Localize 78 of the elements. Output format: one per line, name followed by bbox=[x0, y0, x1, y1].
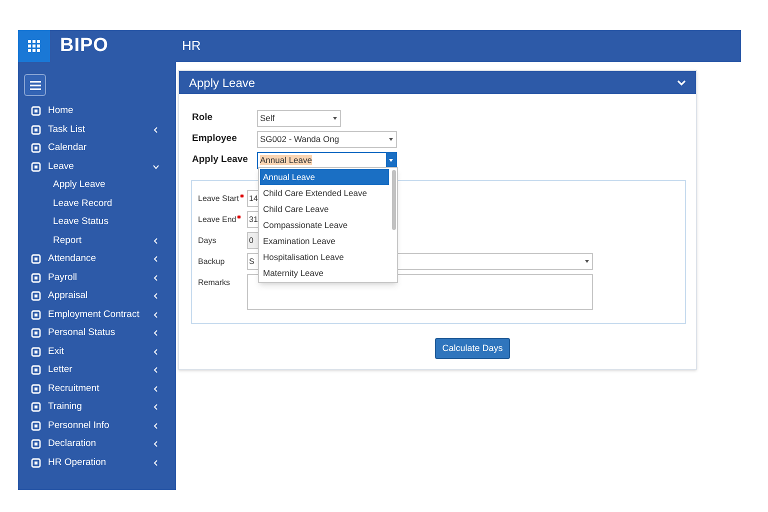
menu-item-icon bbox=[31, 310, 41, 320]
menu-item-icon bbox=[31, 365, 41, 376]
chevron-left-icon[interactable] bbox=[153, 238, 159, 244]
field-label: Days bbox=[198, 235, 216, 247]
menu-item[interactable]: Attendance bbox=[48, 252, 153, 266]
chevron-left-icon[interactable] bbox=[153, 422, 159, 429]
submenu-item[interactable]: Report bbox=[53, 234, 153, 248]
menu-item-icon bbox=[31, 439, 41, 450]
menu-item-icon bbox=[31, 143, 41, 154]
chevron-left-icon[interactable] bbox=[153, 126, 159, 133]
apps-grid-icon[interactable] bbox=[18, 30, 50, 62]
panel-title: Apply Leave bbox=[189, 74, 256, 92]
logo: BIPO bbox=[60, 34, 108, 58]
menu-item-icon bbox=[31, 384, 41, 394]
chevron-down-icon[interactable] bbox=[153, 164, 159, 170]
menu-item[interactable]: Payroll bbox=[48, 270, 153, 285]
dropdown-arrow-icon bbox=[585, 260, 589, 263]
menu-item[interactable]: Leave bbox=[48, 160, 153, 174]
dropdown-option[interactable]: Child Care Leave bbox=[260, 201, 389, 217]
menu-item[interactable]: Recruitment bbox=[48, 382, 153, 396]
chevron-left-icon[interactable] bbox=[153, 330, 159, 336]
dropdown-arrow-icon bbox=[389, 138, 393, 140]
field-label: Backup bbox=[198, 256, 225, 268]
dropdown-option[interactable]: Examination Leave bbox=[260, 233, 389, 249]
menu-item-icon bbox=[31, 291, 41, 302]
menu-item-icon bbox=[31, 328, 41, 338]
menu-item[interactable]: HR Operation bbox=[48, 456, 153, 470]
menu-item[interactable]: Employment Contract bbox=[48, 308, 153, 322]
menu-item-icon bbox=[31, 124, 41, 135]
menu-item-icon bbox=[31, 402, 41, 412]
chevron-left-icon[interactable] bbox=[153, 386, 159, 392]
menu-item[interactable]: Personnel Info bbox=[48, 418, 153, 433]
chevron-left-icon[interactable] bbox=[153, 460, 159, 466]
menu-item[interactable]: Declaration bbox=[48, 437, 153, 452]
menu-item[interactable]: Home bbox=[48, 104, 159, 118]
chevron-left-icon[interactable] bbox=[153, 441, 159, 448]
field-label: Role bbox=[192, 110, 214, 125]
menu-item-icon bbox=[31, 254, 41, 264]
submenu-item[interactable]: Leave Status bbox=[53, 215, 159, 230]
menu-item[interactable]: Training bbox=[48, 400, 153, 414]
field-label: Leave Start bbox=[198, 193, 239, 205]
menu-item-icon bbox=[31, 162, 41, 172]
menu-item-icon bbox=[31, 346, 41, 357]
dropdown-arrow-icon bbox=[389, 158, 393, 162]
menu-icon bbox=[30, 80, 40, 90]
menu-item[interactable]: Task List bbox=[48, 122, 153, 137]
collapse-chevron-icon[interactable] bbox=[677, 80, 686, 86]
dropdown-option[interactable]: Annual Leave bbox=[260, 169, 389, 185]
header-title: HR bbox=[182, 37, 201, 56]
calculate-days-button[interactable]: Calculate Days bbox=[435, 338, 510, 359]
chevron-left-icon[interactable] bbox=[153, 274, 159, 281]
dropdown-option[interactable]: Compassionate Leave bbox=[260, 217, 389, 233]
chevron-left-icon[interactable] bbox=[153, 367, 159, 374]
chevron-left-icon[interactable] bbox=[153, 348, 159, 355]
dropdown-arrow-icon bbox=[333, 116, 337, 120]
field-label: Leave End bbox=[198, 214, 236, 226]
submenu-item[interactable]: Apply Leave bbox=[53, 178, 159, 192]
chevron-left-icon[interactable] bbox=[153, 256, 159, 262]
select-field[interactable]: SG002 - Wanda Ong bbox=[257, 130, 397, 148]
chevron-left-icon[interactable] bbox=[153, 293, 159, 300]
chevron-left-icon[interactable] bbox=[153, 312, 159, 318]
menu-item[interactable]: Letter bbox=[48, 363, 153, 378]
menu-toggle-button[interactable] bbox=[24, 74, 46, 96]
submenu-item[interactable]: Leave Record bbox=[53, 196, 159, 211]
menu-item[interactable]: Personal Status bbox=[48, 326, 153, 340]
select-field[interactable]: Self bbox=[257, 110, 341, 126]
dropdown-option[interactable]: Child Care Extended Leave bbox=[260, 185, 389, 201]
menu-item[interactable]: Appraisal bbox=[48, 289, 153, 304]
menu-item[interactable]: Calendar bbox=[48, 141, 159, 156]
menu-item-icon bbox=[31, 420, 41, 431]
chevron-left-icon[interactable] bbox=[153, 404, 159, 410]
field-label: Apply Leave bbox=[192, 152, 249, 167]
menu-item-icon bbox=[31, 458, 41, 468]
menu-item-icon bbox=[31, 272, 41, 283]
field-label: Remarks bbox=[198, 277, 230, 289]
menu-item[interactable]: Exit bbox=[48, 344, 153, 359]
menu-item-icon bbox=[31, 106, 41, 116]
field-label: Employee bbox=[192, 132, 238, 146]
